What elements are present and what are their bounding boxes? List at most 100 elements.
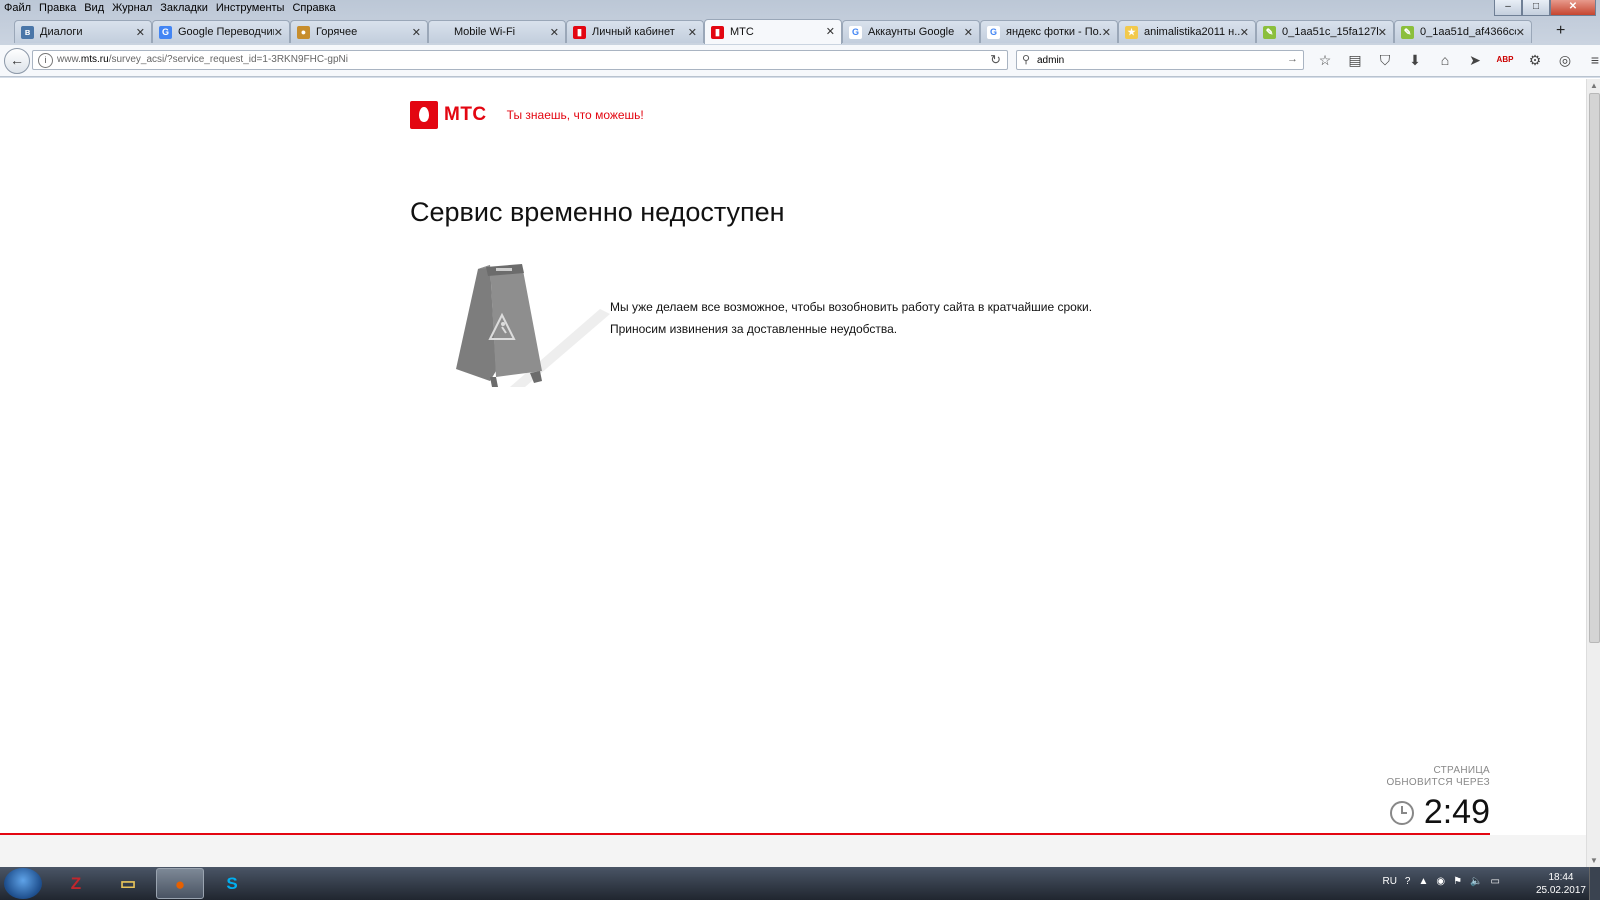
tab-close-icon[interactable]: ✕ bbox=[550, 26, 559, 39]
tab-close-icon[interactable]: ✕ bbox=[1378, 26, 1387, 39]
tab-title: Диалоги bbox=[40, 26, 83, 38]
menu-icon[interactable]: ≡ bbox=[1582, 49, 1600, 71]
tab-close-icon[interactable]: ✕ bbox=[688, 26, 697, 39]
navigation-bar: ← i www.mts.ru/survey_acsi/?service_requ… bbox=[0, 45, 1600, 77]
tab-title: Mobile Wi-Fi bbox=[454, 26, 516, 38]
tab[interactable]: Gяндекс фотки - По... ✕ bbox=[980, 20, 1118, 43]
downloads-icon[interactable]: ⬇ bbox=[1402, 49, 1428, 71]
toolbar-icons: ☆ ▤ ⛉ ⬇ ⌂ ➤ ABP ⚙ ◎ ≡ bbox=[1312, 49, 1600, 71]
tab-close-icon[interactable]: ✕ bbox=[826, 25, 835, 38]
start-button[interactable] bbox=[4, 868, 42, 899]
pikabu-icon: ● bbox=[297, 25, 310, 39]
pocket-icon[interactable]: ⛉ bbox=[1372, 49, 1398, 71]
firefox-icon[interactable]: ● bbox=[156, 868, 204, 899]
search-go-icon[interactable]: → bbox=[1287, 53, 1298, 65]
address-bar[interactable]: i www.mts.ru/survey_acsi/?service_reques… bbox=[32, 50, 1008, 70]
tab-title: animalistika2011 н... bbox=[1144, 26, 1240, 38]
tab[interactable]: G Google Переводчик ✕ bbox=[152, 20, 290, 43]
tab[interactable]: G Аккаунты Google ✕ bbox=[842, 20, 980, 43]
tab-title: МТС bbox=[730, 26, 754, 38]
message-line-1: Мы уже делаем все возможное, чтобы возоб… bbox=[610, 300, 1093, 314]
adblock-icon[interactable]: ABP bbox=[1492, 49, 1518, 71]
image-icon: ✎ bbox=[1263, 25, 1276, 39]
tab[interactable]: в Диалоги ✕ bbox=[14, 20, 152, 43]
show-desktop-button[interactable] bbox=[1589, 867, 1600, 900]
menu-item[interactable]: Справка bbox=[288, 0, 339, 16]
search-icon: ⚲ bbox=[1022, 54, 1031, 66]
network-icon[interactable]: ◉ bbox=[1436, 876, 1445, 887]
bookmark-star-icon[interactable]: ☆ bbox=[1312, 49, 1338, 71]
tab-close-icon[interactable]: ✕ bbox=[274, 26, 283, 39]
skype-icon[interactable]: S bbox=[208, 868, 256, 899]
translate-icon: G bbox=[159, 25, 172, 39]
tab[interactable]: ✎ 0_1aa51d_af4366cc...✕ bbox=[1394, 20, 1532, 43]
url-text[interactable]: www.mts.ru/survey_acsi/?service_request_… bbox=[57, 54, 348, 65]
filezilla-icon[interactable]: Z bbox=[52, 868, 100, 899]
mts-logo[interactable]: МТС Ты знаешь, что можешь! bbox=[410, 101, 644, 129]
help-icon[interactable]: ? bbox=[1405, 876, 1411, 887]
site-info-icon[interactable]: i bbox=[38, 53, 53, 68]
tab-close-icon[interactable]: ✕ bbox=[412, 26, 421, 39]
tab-title: Личный кабинет bbox=[592, 26, 675, 38]
tab[interactable]: ★ animalistika2011 н... ✕ bbox=[1118, 20, 1256, 43]
vertical-scrollbar[interactable]: ▲ ▼ bbox=[1586, 79, 1600, 867]
close-window-button[interactable]: ✕ bbox=[1550, 0, 1596, 16]
minimize-button[interactable]: – bbox=[1494, 0, 1522, 16]
tab[interactable]: ▮ МТС ✕ bbox=[704, 19, 842, 44]
clock-date: 25.02.2017 bbox=[1535, 885, 1586, 896]
bookmarks-list-icon[interactable]: ▤ bbox=[1342, 49, 1368, 71]
tab[interactable]: Mobile Wi-Fi ✕ bbox=[428, 20, 566, 43]
mts-icon: ▮ bbox=[573, 25, 586, 39]
menu-item[interactable]: Журнал bbox=[108, 0, 156, 16]
caution-sign-icon bbox=[456, 264, 610, 387]
tab-close-icon[interactable]: ✕ bbox=[1102, 26, 1111, 39]
language-indicator[interactable]: RU bbox=[1382, 876, 1396, 887]
maximize-button[interactable]: □ bbox=[1522, 0, 1550, 16]
tab-close-icon[interactable]: ✕ bbox=[1240, 26, 1249, 39]
menu-item[interactable]: Правка bbox=[35, 0, 80, 16]
extension-icon[interactable]: ⚙ bbox=[1522, 49, 1548, 71]
url-domain: mts.ru bbox=[80, 54, 109, 65]
clock-time: 18:44 bbox=[1548, 872, 1574, 883]
back-button[interactable]: ← bbox=[4, 48, 30, 74]
reload-icon[interactable]: ↻ bbox=[990, 52, 1001, 68]
star-icon: ★ bbox=[1125, 25, 1138, 39]
tab[interactable]: ▮ Личный кабинет ✕ bbox=[566, 20, 704, 43]
tab-close-icon[interactable]: ✕ bbox=[136, 26, 145, 39]
taskbar-clock[interactable]: 18:44 25.02.2017 bbox=[1536, 871, 1586, 897]
search-value: admin bbox=[1037, 55, 1065, 66]
display-icon[interactable]: ▭ bbox=[1491, 876, 1500, 887]
scroll-down-icon[interactable]: ▼ bbox=[1590, 856, 1598, 865]
tab-title: 0_1aa51d_af4366cc... bbox=[1420, 26, 1516, 38]
tab-close-icon[interactable]: ✕ bbox=[1516, 26, 1525, 39]
message-line-2: Приносим извинения за доставленные неудо… bbox=[610, 322, 898, 336]
tab-title: Google Переводчик bbox=[178, 26, 274, 38]
scroll-up-icon[interactable]: ▲ bbox=[1590, 81, 1598, 90]
search-input[interactable]: ⚲ admin → bbox=[1016, 50, 1304, 70]
volume-icon[interactable]: 🔈 bbox=[1470, 876, 1482, 887]
window-controls: – □ ✕ bbox=[1494, 0, 1596, 16]
tray-arrow-icon[interactable]: ▲ bbox=[1418, 876, 1428, 887]
page-content: МТС Ты знаешь, что можешь! Сервис времен… bbox=[0, 79, 1586, 867]
system-tray: RU ? ▲ ◉ ⚑ 🔈 ▭ bbox=[1382, 876, 1500, 887]
tab[interactable]: ● Горячее ✕ bbox=[290, 20, 428, 43]
google-icon: G bbox=[987, 25, 1000, 39]
explorer-icon[interactable]: ▭ bbox=[104, 868, 152, 899]
mts-icon: ▮ bbox=[711, 25, 724, 39]
url-prefix: www. bbox=[57, 54, 81, 65]
taskbar: Z ▭ ● S RU ? ▲ ◉ ⚑ 🔈 ▭ 18:44 25.02.2017 bbox=[0, 867, 1600, 900]
menu-item[interactable]: Закладки bbox=[156, 0, 212, 16]
scroll-thumb[interactable] bbox=[1589, 93, 1600, 643]
flag-icon[interactable]: ⚑ bbox=[1453, 876, 1462, 887]
countdown-value: 2:49 bbox=[1423, 793, 1490, 831]
menu-item[interactable]: Инструменты bbox=[212, 0, 289, 16]
send-icon[interactable]: ➤ bbox=[1462, 49, 1488, 71]
home-icon[interactable]: ⌂ bbox=[1432, 49, 1458, 71]
sync-icon[interactable]: ◎ bbox=[1552, 49, 1578, 71]
menu-item[interactable]: Вид bbox=[80, 0, 108, 16]
menu-item[interactable]: Файл bbox=[0, 0, 35, 16]
tab-close-icon[interactable]: ✕ bbox=[964, 26, 973, 39]
new-tab-button[interactable]: + bbox=[1556, 22, 1565, 40]
tab[interactable]: ✎ 0_1aa51c_15fa127b...✕ bbox=[1256, 20, 1394, 43]
refresh-timer: 2:49 bbox=[1389, 793, 1490, 832]
